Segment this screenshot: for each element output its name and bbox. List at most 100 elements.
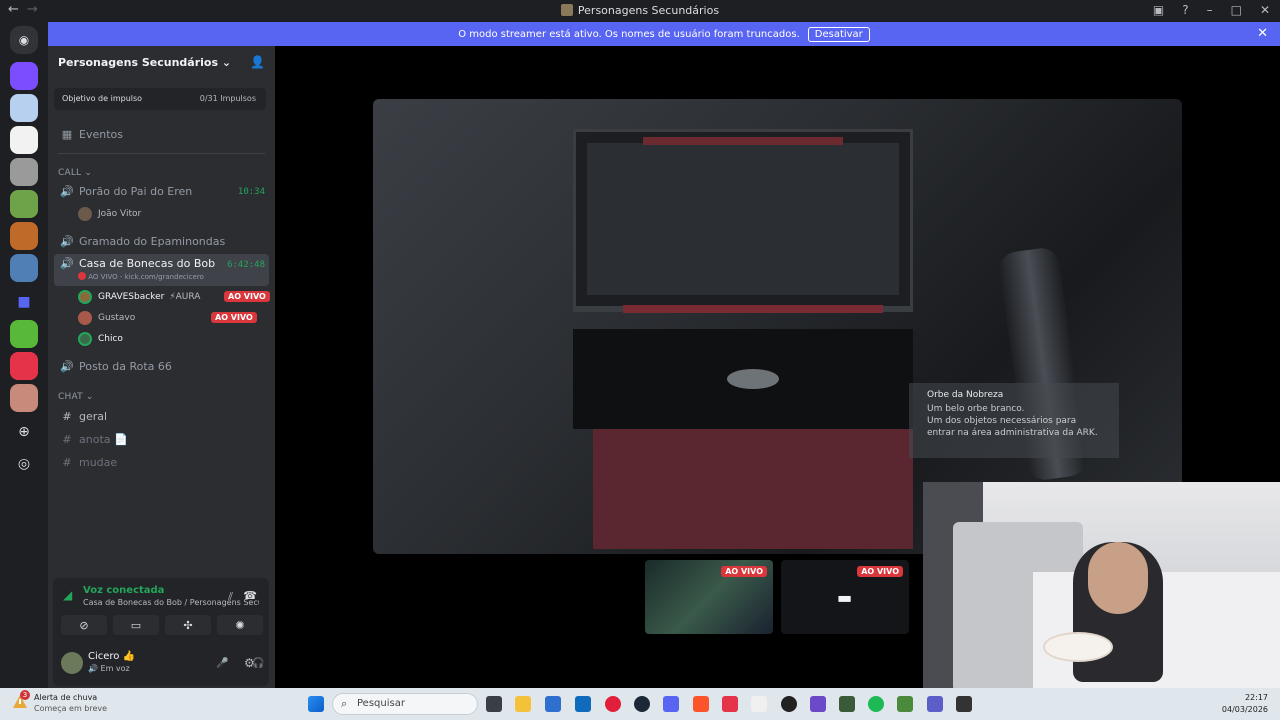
stream-thumbnail-1[interactable]: AO VIVO [645,560,773,634]
file-explorer-icon[interactable] [515,696,531,712]
member-name: Chico [98,334,123,344]
app-green-icon[interactable] [839,696,855,712]
folder-icon[interactable]: ■ [10,288,38,316]
webcam-stream[interactable] [923,482,1280,688]
store-icon[interactable] [545,696,561,712]
disable-streamer-button[interactable]: Desativar [807,26,870,42]
live-badge: AO VIVO [857,566,903,577]
member-chico[interactable]: Chico [78,330,268,348]
app-purple-icon[interactable] [810,696,826,712]
bowl [1043,632,1113,662]
hash-icon: # [62,432,72,446]
notification-badge: 3 [20,690,30,700]
steam-icon[interactable] [634,696,650,712]
category-call[interactable]: CALL ⌄ [58,168,92,178]
call-timer: 10:34 [237,187,265,197]
outlook-icon[interactable] [575,696,591,712]
member-joao[interactable]: João Vitor [78,205,268,223]
server-avatar-9[interactable] [10,352,38,380]
server-avatar-5[interactable] [10,190,38,218]
maximize-icon[interactable]: □ [1231,3,1242,17]
system-clock[interactable]: 22:17 04/03/2026 [1222,692,1268,716]
teams-icon[interactable] [927,696,943,712]
minimize-icon[interactable]: – [1207,3,1213,17]
monitor-icon: ▬ [837,588,853,607]
activities-button[interactable]: ✣ [165,615,211,635]
channel-status: AO VIVO - kick.com/grandecicero [78,272,204,281]
channel-name: Porão do Pai do Eren [79,184,193,198]
soundboard-button[interactable]: ✺ [217,615,263,635]
voice-channel-casa[interactable]: 🔊 Casa de Bonecas do Bob [54,254,269,286]
game-scene [573,129,913,549]
gear-icon[interactable]: ⚙ [244,656,255,670]
taskbar-search[interactable]: ⌕ Pesquisar [332,693,478,715]
category-chat[interactable]: CHAT ⌄ [58,392,94,402]
disconnect-icon[interactable]: ☎ [243,589,257,602]
server-avatar-7[interactable] [10,254,38,282]
camera-off-icon: ⊘ [79,618,89,632]
server-avatar-10[interactable] [10,384,38,412]
explore-icon[interactable]: ◎ [10,450,38,478]
help-icon[interactable]: ? [1182,3,1188,17]
stream-area: Orbe da Nobreza Um belo orbe branco. Um … [275,46,1280,688]
discord-icon[interactable] [663,696,679,712]
opera-icon[interactable] [605,696,621,712]
signal-icon: ◢ [63,588,73,602]
tiktok-icon[interactable] [722,696,738,712]
task-view-icon[interactable] [486,696,502,712]
status-text: AO VIVO - kick.com/grandecicero [88,273,204,281]
add-server-icon[interactable]: ⊕ [10,418,38,446]
user-avatar[interactable] [61,652,83,674]
events-item[interactable]: ▦ Eventos [54,124,269,144]
voice-channel-porao[interactable]: 🔊 Porão do Pai do Eren [54,181,269,201]
start-icon[interactable] [308,696,324,712]
hash-icon: # [62,409,72,423]
server-header[interactable]: Personagens Secundários ⌄ 👤 [48,46,275,78]
channel-name: Casa de Bonecas do Bob [79,257,216,270]
channel-name: mudae [79,455,118,469]
inbox-icon[interactable]: ▣ [1153,3,1164,17]
brave-icon[interactable] [693,696,709,712]
server-avatar-3[interactable] [10,126,38,154]
aura-tag-text: AURA [175,292,201,302]
live-badge: AO VIVO [224,291,270,302]
weather-title: Alerta de chuva [34,693,98,702]
voice-connection-panel: ◢ Voz conectada Casa de Bonecas do Bob /… [53,578,269,686]
screen-share-button[interactable]: ▭ [113,615,159,635]
minecraft-icon[interactable] [897,696,913,712]
boost-goal[interactable]: Objetivo de impulso 0/31 Impulsos [54,88,266,110]
server-avatar-4[interactable] [10,158,38,186]
spotify-icon[interactable] [868,696,884,712]
server-avatar-6[interactable] [10,222,38,250]
boost-count: 0/31 Impulsos [199,94,256,103]
text-channel-geral[interactable]: # geral [54,406,269,426]
close-window-icon[interactable]: ✕ [1260,3,1270,17]
text-channel-mudae[interactable]: # mudae [54,452,269,472]
screen-share-icon: ▭ [130,618,142,632]
weather-subtitle: Começa em breve [34,704,108,713]
mic-icon[interactable]: 🎤 [216,658,228,669]
avatar [78,311,92,325]
app-shield-icon[interactable] [956,696,972,712]
noise-suppression-icon[interactable]: ⫽ [228,590,233,604]
hash-icon: # [62,455,72,469]
discord-home-icon[interactable]: ◉ [10,26,38,54]
tooltip-line: Um belo orbe branco. [927,404,1025,414]
speaker-icon: 🔊 [60,184,74,198]
member-name: GRAVESbacker [98,292,165,302]
server-avatar-8[interactable] [10,320,38,348]
camera-off-button[interactable]: ⊘ [61,615,107,635]
text-channel-anota[interactable]: # anota 📄 [54,429,269,449]
stream-thumbnail-2[interactable]: AO VIVO ▬ [781,560,909,634]
user-name: Cicero 👍 [88,651,136,662]
server-avatar-1[interactable] [10,62,38,90]
weather-widget[interactable]: 3 Alerta de chuva Começa em breve [12,690,108,714]
app-t-icon[interactable] [751,696,767,712]
app-black-icon[interactable] [781,696,797,712]
voice-channel-posto[interactable]: 🔊 Posto da Rota 66 [54,356,269,376]
server-avatar-2[interactable] [10,94,38,122]
close-banner-icon[interactable]: ✕ [1257,26,1268,41]
avatar [78,290,92,304]
voice-channel-gramado[interactable]: 🔊 Gramado do Epaminondas [54,231,269,251]
invite-icon[interactable]: 👤 [250,55,265,69]
